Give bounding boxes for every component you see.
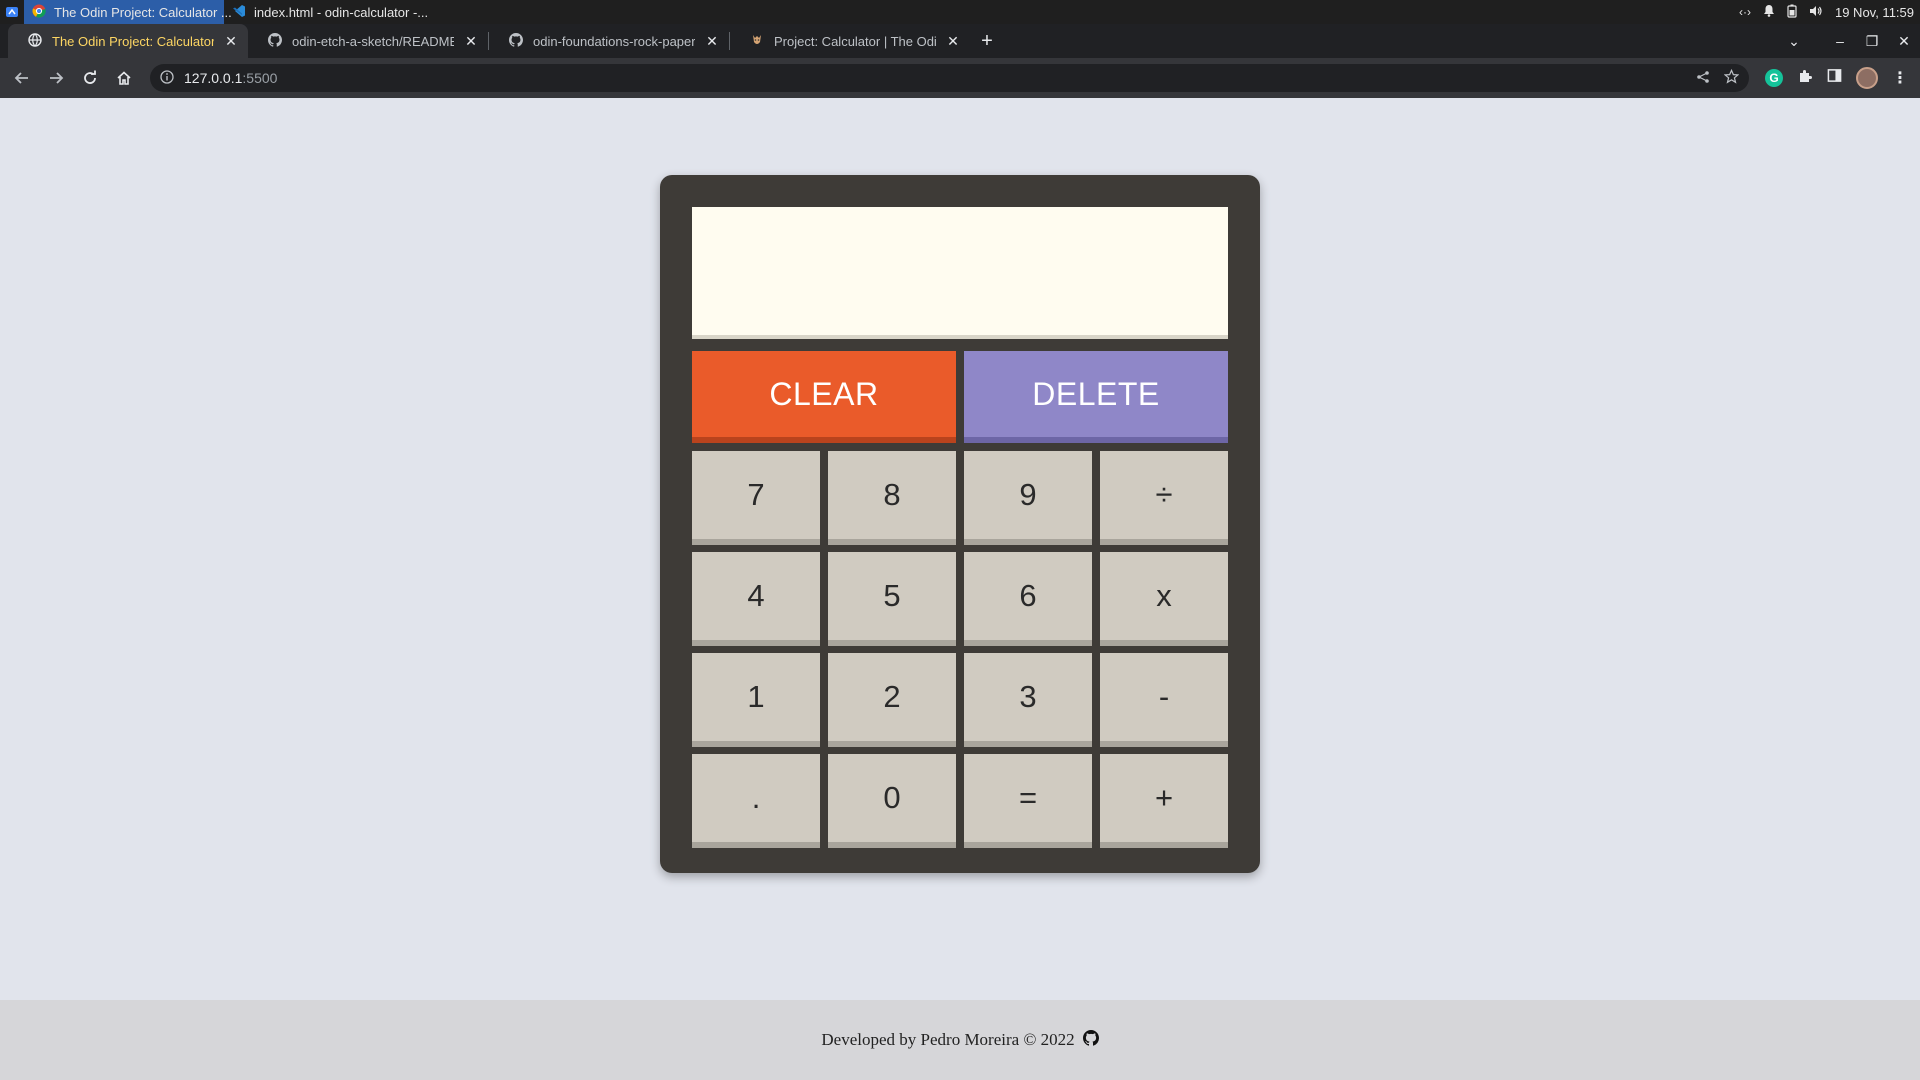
- window-controls: ⌄ – ❐ ✕: [1778, 24, 1920, 58]
- info-icon[interactable]: [160, 69, 174, 87]
- key-8[interactable]: 8: [828, 451, 956, 545]
- key-2[interactable]: 2: [828, 653, 956, 747]
- clear-button[interactable]: CLEAR: [692, 351, 956, 443]
- profile-avatar[interactable]: [1856, 67, 1878, 89]
- close-tab-icon[interactable]: ✕: [946, 33, 960, 50]
- arrow-left-icon: [14, 72, 28, 84]
- grammarly-extension-icon[interactable]: G: [1765, 69, 1783, 87]
- forward-button[interactable]: [42, 64, 70, 92]
- url-host: 127.0.0.1: [184, 70, 243, 86]
- os-task-label: The Odin Project: Calculator ...: [54, 4, 232, 20]
- tab-label: Project: Calculator | The Odin P: [774, 33, 936, 49]
- restore-icon[interactable]: ❐: [1856, 33, 1888, 50]
- arrow-right-icon: [50, 72, 64, 84]
- tab-etch-a-sketch[interactable]: odin-etch-a-sketch/README.md ✕: [248, 24, 488, 58]
- tab-rock-paper-scissors[interactable]: odin-foundations-rock-paper-sc ✕: [489, 24, 729, 58]
- os-taskbar: The Odin Project: Calculator ... index.h…: [0, 0, 1920, 24]
- github-icon: [509, 32, 524, 50]
- bell-icon[interactable]: [1763, 4, 1775, 20]
- bookmark-star-icon[interactable]: [1723, 68, 1740, 87]
- key-4[interactable]: 4: [692, 552, 820, 646]
- calculator: CLEAR DELETE 7 8 9 ÷ 4 5 6 x 1 2 3-. 0 = +: [660, 175, 1260, 873]
- github-icon[interactable]: [1082, 1029, 1099, 1051]
- close-tab-icon[interactable]: ✕: [224, 33, 238, 50]
- calculator-display: [692, 207, 1228, 339]
- key-7[interactable]: 7: [692, 451, 820, 545]
- os-task-vscode[interactable]: index.html - odin-calculator -...: [224, 0, 444, 24]
- key-equals[interactable]: =: [964, 754, 1092, 848]
- footer-credit: Developed by Pedro Moreira © 2022: [821, 1030, 1075, 1049]
- back-button[interactable]: [8, 64, 36, 92]
- github-icon: [268, 32, 283, 50]
- footer: Developed by Pedro Moreira © 2022: [0, 1000, 1920, 1080]
- key-6[interactable]: 6: [964, 552, 1092, 646]
- tab-label: odin-foundations-rock-paper-sc: [533, 33, 695, 49]
- close-tab-icon[interactable]: ✕: [705, 33, 719, 50]
- os-task-chrome[interactable]: The Odin Project: Calculator ...: [24, 0, 232, 24]
- minimize-icon[interactable]: –: [1824, 33, 1856, 49]
- omnibox-actions: [1696, 68, 1740, 87]
- browser-toolbar: 127.0.0.1:5500 G ⋮: [0, 58, 1920, 98]
- key-multiply[interactable]: x: [1100, 552, 1228, 646]
- new-tab-button[interactable]: +: [970, 24, 1004, 58]
- code-icon[interactable]: ‹·›: [1739, 5, 1751, 19]
- app-launcher-icon[interactable]: [0, 0, 24, 24]
- key-3[interactable]: 3: [964, 653, 1092, 747]
- extensions-area: G ⋮: [1765, 67, 1912, 89]
- page-content: CLEAR DELETE 7 8 9 ÷ 4 5 6 x 1 2 3-. 0 = +: [0, 98, 1920, 1000]
- system-tray: ‹·› 19 Nov, 11:59: [1739, 0, 1920, 24]
- url-port: :5500: [242, 70, 278, 86]
- close-window-icon[interactable]: ✕: [1888, 33, 1920, 50]
- key-add[interactable]: +: [1100, 754, 1228, 848]
- key-subtract[interactable]: -: [1100, 653, 1228, 747]
- volume-icon[interactable]: [1809, 5, 1823, 20]
- url-text: 127.0.0.1:5500: [184, 70, 277, 86]
- key-5[interactable]: 5: [828, 552, 956, 646]
- tab-label: The Odin Project: Calculator: [52, 33, 214, 49]
- battery-icon[interactable]: [1787, 4, 1797, 21]
- close-tab-icon[interactable]: ✕: [464, 33, 478, 50]
- share-icon[interactable]: [1696, 70, 1710, 87]
- key-9[interactable]: 9: [964, 451, 1092, 545]
- keypad: 7 8 9 ÷ 4 5 6 x 1 2 3-. 0 = +: [692, 451, 1228, 849]
- browser-tab-strip: The Odin Project: Calculator ✕ odin-etch…: [0, 24, 1920, 58]
- odin-logo-icon: [750, 33, 764, 50]
- os-task-label: index.html - odin-calculator -...: [254, 4, 429, 20]
- puzzle-extensions-icon[interactable]: [1797, 68, 1813, 89]
- kebab-menu-icon[interactable]: ⋮: [1892, 68, 1908, 88]
- tab-odin-calculator[interactable]: The Odin Project: Calculator ✕: [8, 24, 248, 58]
- address-bar[interactable]: 127.0.0.1:5500: [150, 64, 1749, 92]
- key-0[interactable]: 0: [828, 754, 956, 848]
- delete-button[interactable]: DELETE: [964, 351, 1228, 443]
- clock[interactable]: 19 Nov, 11:59: [1835, 5, 1914, 20]
- side-panel-icon[interactable]: [1827, 68, 1842, 88]
- vscode-icon: [232, 4, 246, 21]
- key-divide[interactable]: ÷: [1100, 451, 1228, 545]
- key-1[interactable]: 1: [692, 653, 820, 747]
- home-button[interactable]: [110, 64, 138, 92]
- globe-icon: [28, 32, 42, 50]
- tab-label: odin-etch-a-sketch/README.md: [292, 33, 454, 49]
- key-decimal[interactable]: .: [692, 754, 820, 848]
- tab-search-icon[interactable]: ⌄: [1778, 33, 1810, 50]
- reload-icon: [84, 70, 96, 84]
- tab-odin-project-calculator[interactable]: Project: Calculator | The Odin P ✕: [730, 24, 970, 58]
- reload-button[interactable]: [76, 64, 104, 92]
- chrome-icon: [32, 4, 46, 21]
- home-icon: [117, 71, 131, 85]
